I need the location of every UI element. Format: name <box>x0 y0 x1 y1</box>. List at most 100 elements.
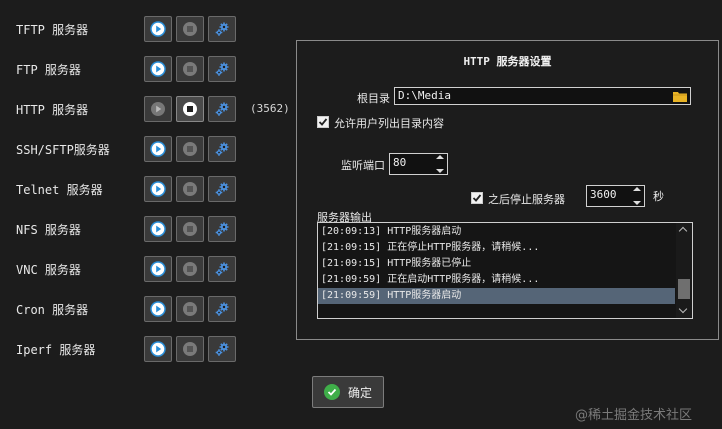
log-line[interactable]: [21:09:15] HTTP服务器已停止 <box>318 256 675 272</box>
play-icon <box>150 301 166 317</box>
root-dir-label: 根目录 <box>357 92 390 105</box>
root-dir-value: D:\Media <box>398 89 451 102</box>
seconds-unit: 秒 <box>653 190 664 203</box>
log-line[interactable]: [21:09:15] 正在停止HTTP服务器，请稍候... <box>318 240 675 256</box>
stop-button[interactable] <box>176 336 204 362</box>
play-icon <box>150 101 166 117</box>
server-row: NFS 服务器 <box>0 214 300 244</box>
log-scrollbar[interactable] <box>676 223 692 318</box>
play-icon <box>150 341 166 357</box>
stop-icon <box>182 101 198 117</box>
settings-button[interactable] <box>208 256 236 282</box>
folder-icon[interactable] <box>673 90 687 105</box>
gear-icon <box>213 140 231 158</box>
stop-icon <box>182 181 198 197</box>
port-input[interactable]: 80 <box>389 153 448 175</box>
server-row: HTTP 服务器 (3562) <box>0 94 300 124</box>
stop-icon <box>182 141 198 157</box>
scroll-up-icon[interactable] <box>678 226 688 236</box>
allow-list-label: 允许用户列出目录内容 <box>334 117 444 130</box>
stop-icon <box>182 21 198 37</box>
stop-icon <box>182 301 198 317</box>
server-label: NFS 服务器 <box>16 223 81 237</box>
gear-icon <box>213 300 231 318</box>
server-label: SSH/SFTP服务器 <box>16 143 110 157</box>
settings-button[interactable] <box>208 56 236 82</box>
start-button[interactable] <box>144 256 172 282</box>
gear-icon <box>213 100 231 118</box>
stop-after-spinner[interactable] <box>631 187 643 205</box>
start-button[interactable] <box>144 296 172 322</box>
stop-button[interactable] <box>176 56 204 82</box>
stop-icon <box>182 221 198 237</box>
check-icon <box>472 194 482 202</box>
start-button[interactable] <box>144 16 172 42</box>
start-button[interactable] <box>144 96 172 122</box>
settings-button[interactable] <box>208 336 236 362</box>
server-label: Telnet 服务器 <box>16 183 103 197</box>
stop-button[interactable] <box>176 176 204 202</box>
allow-list-checkbox[interactable] <box>317 116 329 128</box>
settings-button[interactable] <box>208 176 236 202</box>
http-settings-panel: HTTP 服务器设置 根目录 D:\Media 允许用户列出目录内容 监听端口 … <box>296 40 719 340</box>
settings-button[interactable] <box>208 96 236 122</box>
stop-after-value: 3600 <box>590 188 617 201</box>
server-row: Iperf 服务器 <box>0 334 300 364</box>
gear-icon <box>213 20 231 38</box>
settings-button[interactable] <box>208 296 236 322</box>
gear-icon <box>213 220 231 238</box>
gear-icon <box>213 60 231 78</box>
check-icon <box>318 118 328 126</box>
play-icon <box>150 141 166 157</box>
stop-button[interactable] <box>176 256 204 282</box>
settings-button[interactable] <box>208 136 236 162</box>
server-row: TFTP 服务器 <box>0 14 300 44</box>
stop-after-label: 之后停止服务器 <box>488 193 565 206</box>
gear-icon <box>213 340 231 358</box>
start-button[interactable] <box>144 176 172 202</box>
start-button[interactable] <box>144 136 172 162</box>
start-button[interactable] <box>144 336 172 362</box>
server-row: VNC 服务器 <box>0 254 300 284</box>
server-label: FTP 服务器 <box>16 63 81 77</box>
stop-button[interactable] <box>176 136 204 162</box>
gear-icon <box>213 260 231 278</box>
play-icon <box>150 221 166 237</box>
log-line[interactable]: [20:09:13] HTTP服务器启动 <box>318 224 675 240</box>
scroll-down-icon[interactable] <box>678 304 688 314</box>
port-label: 监听端口 <box>341 159 385 172</box>
log-line[interactable]: [21:09:59] HTTP服务器启动 <box>318 288 675 304</box>
stop-button[interactable] <box>176 16 204 42</box>
server-label: VNC 服务器 <box>16 263 81 277</box>
stop-after-checkbox[interactable] <box>471 192 483 204</box>
stop-icon <box>182 261 198 277</box>
stop-icon <box>182 341 198 357</box>
stop-button[interactable] <box>176 296 204 322</box>
panel-title: HTTP 服务器设置 <box>463 55 552 68</box>
start-button[interactable] <box>144 56 172 82</box>
server-label: TFTP 服务器 <box>16 23 89 37</box>
port-spinner[interactable] <box>434 155 446 173</box>
play-icon <box>150 261 166 277</box>
check-circle-icon <box>324 384 340 400</box>
server-label: HTTP 服务器 <box>16 103 89 117</box>
server-label: Iperf 服务器 <box>16 343 96 357</box>
server-row: Telnet 服务器 <box>0 174 300 204</box>
server-output-log[interactable]: [20:09:13] HTTP服务器启动 [21:09:15] 正在停止HTTP服… <box>317 222 693 319</box>
settings-button[interactable] <box>208 216 236 242</box>
ok-button[interactable]: 确定 <box>312 376 384 408</box>
watermark: @稀土掘金技术社区 <box>575 408 693 423</box>
process-id: (3562) <box>250 102 290 115</box>
play-icon <box>150 181 166 197</box>
settings-button[interactable] <box>208 16 236 42</box>
log-line[interactable]: [21:09:59] 正在启动HTTP服务器，请稍候... <box>318 272 675 288</box>
stop-button[interactable] <box>176 96 204 122</box>
scroll-thumb[interactable] <box>678 279 690 299</box>
stop-button[interactable] <box>176 216 204 242</box>
play-icon <box>150 21 166 37</box>
server-row: Cron 服务器 <box>0 294 300 324</box>
start-button[interactable] <box>144 216 172 242</box>
stop-after-input[interactable]: 3600 <box>586 185 645 207</box>
server-row: SSH/SFTP服务器 <box>0 134 300 164</box>
root-dir-field[interactable]: D:\Media <box>394 87 691 105</box>
